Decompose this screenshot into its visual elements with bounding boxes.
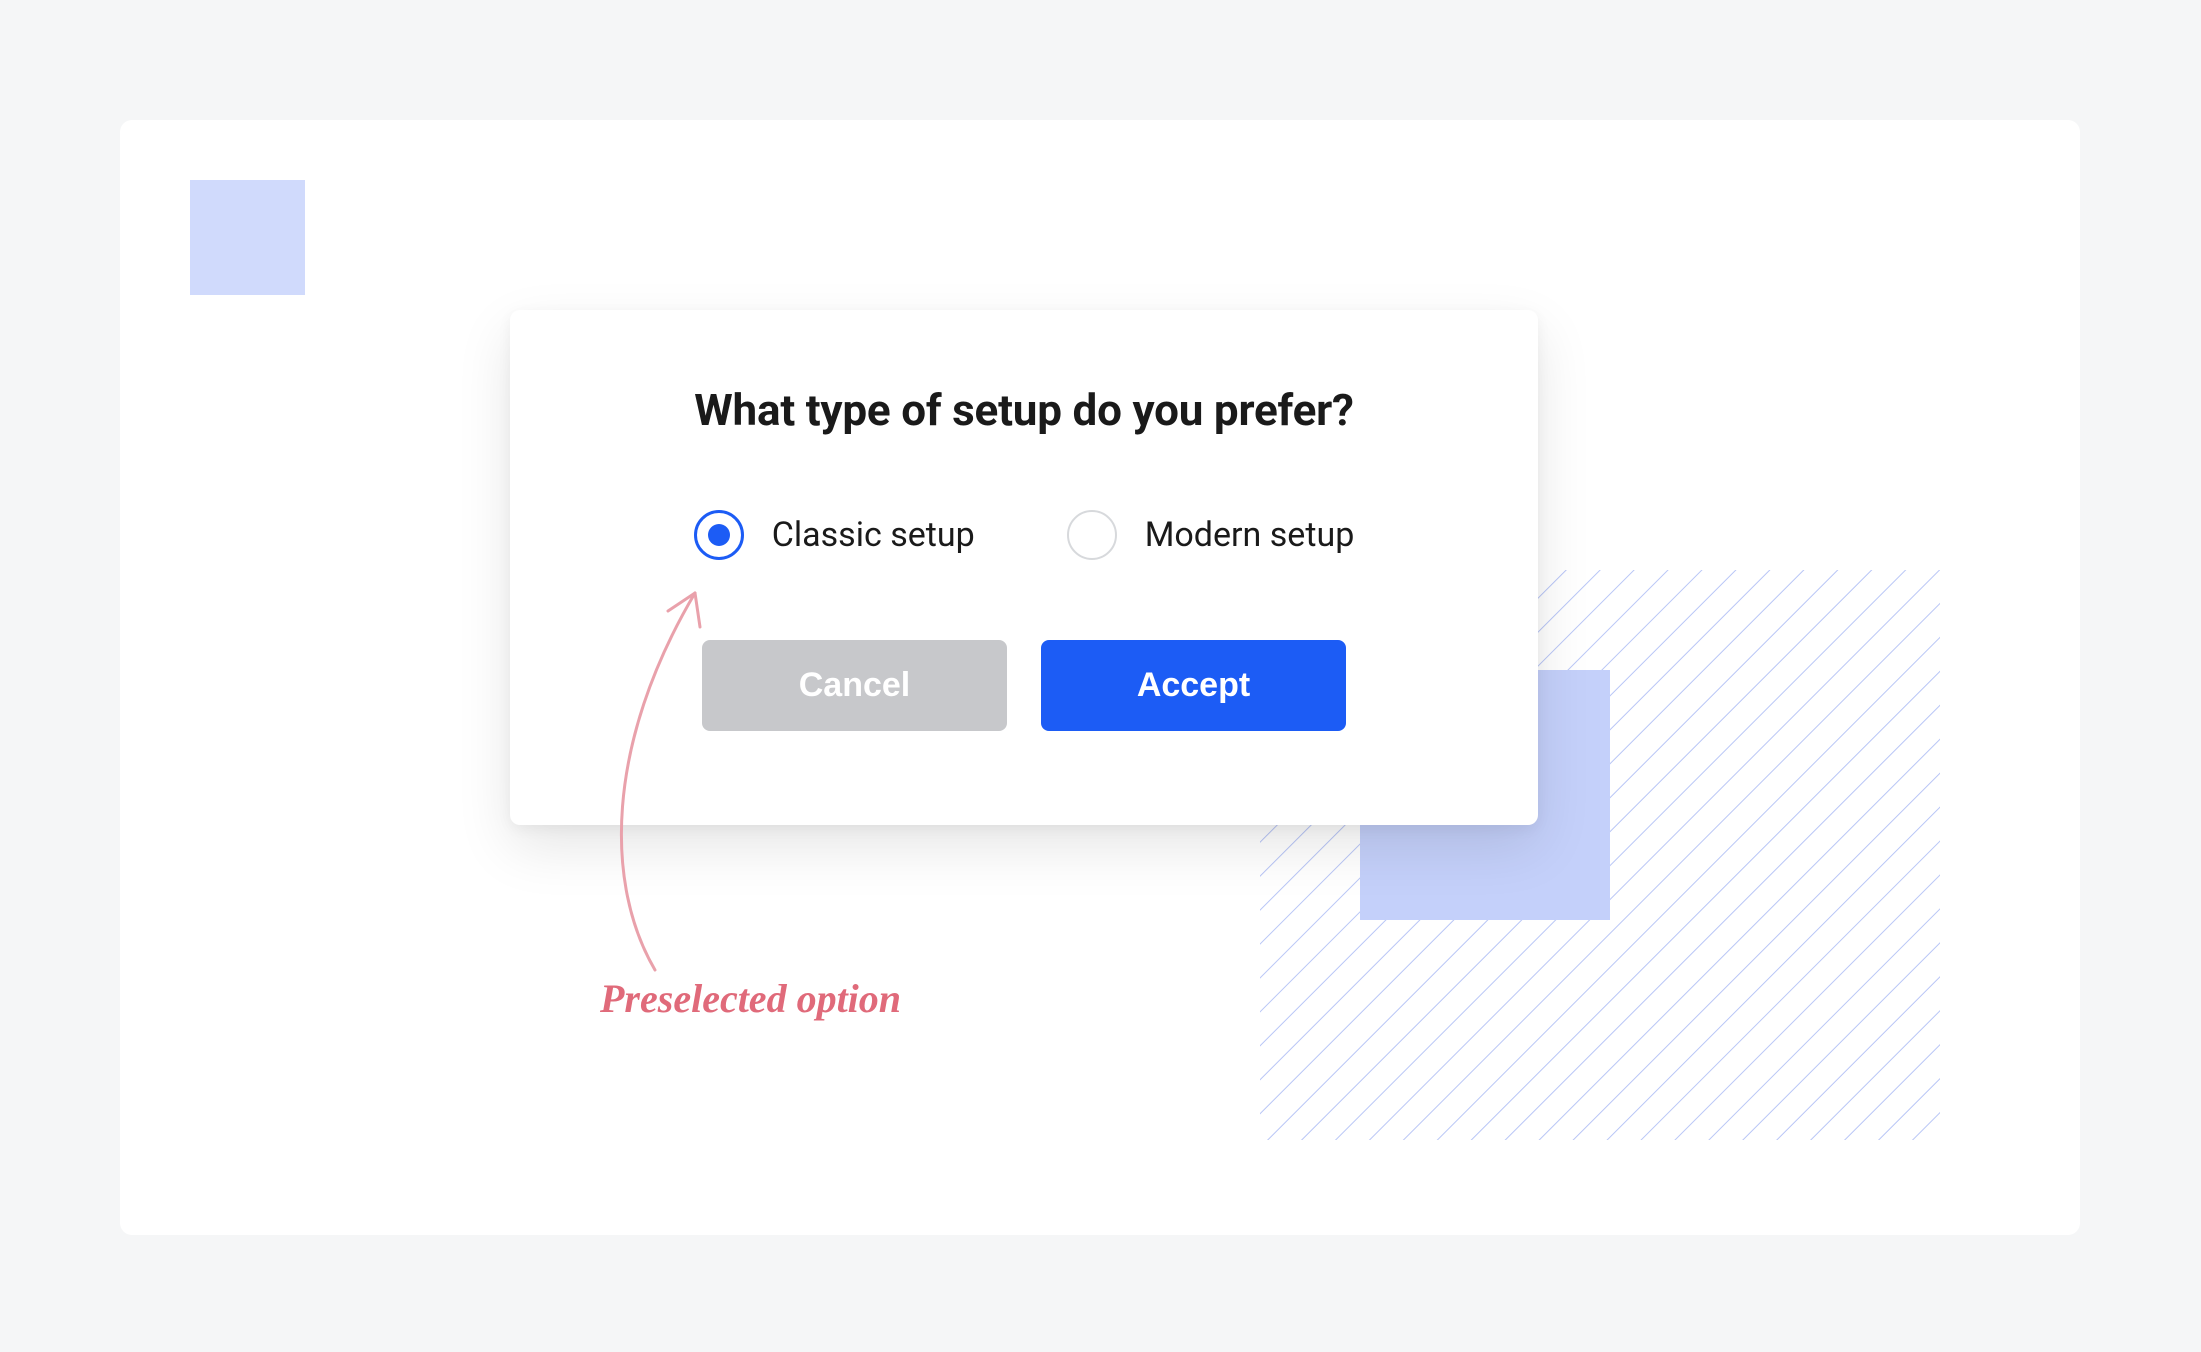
radio-label: Modern setup (1145, 515, 1355, 555)
setup-dialog: What type of setup do you prefer? Classi… (510, 310, 1538, 825)
accept-button[interactable]: Accept (1041, 640, 1346, 731)
radio-label: Classic setup (772, 515, 975, 555)
dialog-title: What type of setup do you prefer? (620, 384, 1428, 436)
radio-button-icon (694, 510, 744, 560)
canvas-background: What type of setup do you prefer? Classi… (120, 120, 2080, 1235)
decorative-square-top (190, 180, 305, 295)
annotation-label: Preselected option (600, 975, 901, 1022)
cancel-button[interactable]: Cancel (702, 640, 1007, 731)
dialog-button-row: Cancel Accept (620, 640, 1428, 731)
radio-button-icon (1067, 510, 1117, 560)
radio-option-modern[interactable]: Modern setup (1067, 510, 1355, 560)
radio-group: Classic setup Modern setup (620, 510, 1428, 560)
radio-option-classic[interactable]: Classic setup (694, 510, 975, 560)
